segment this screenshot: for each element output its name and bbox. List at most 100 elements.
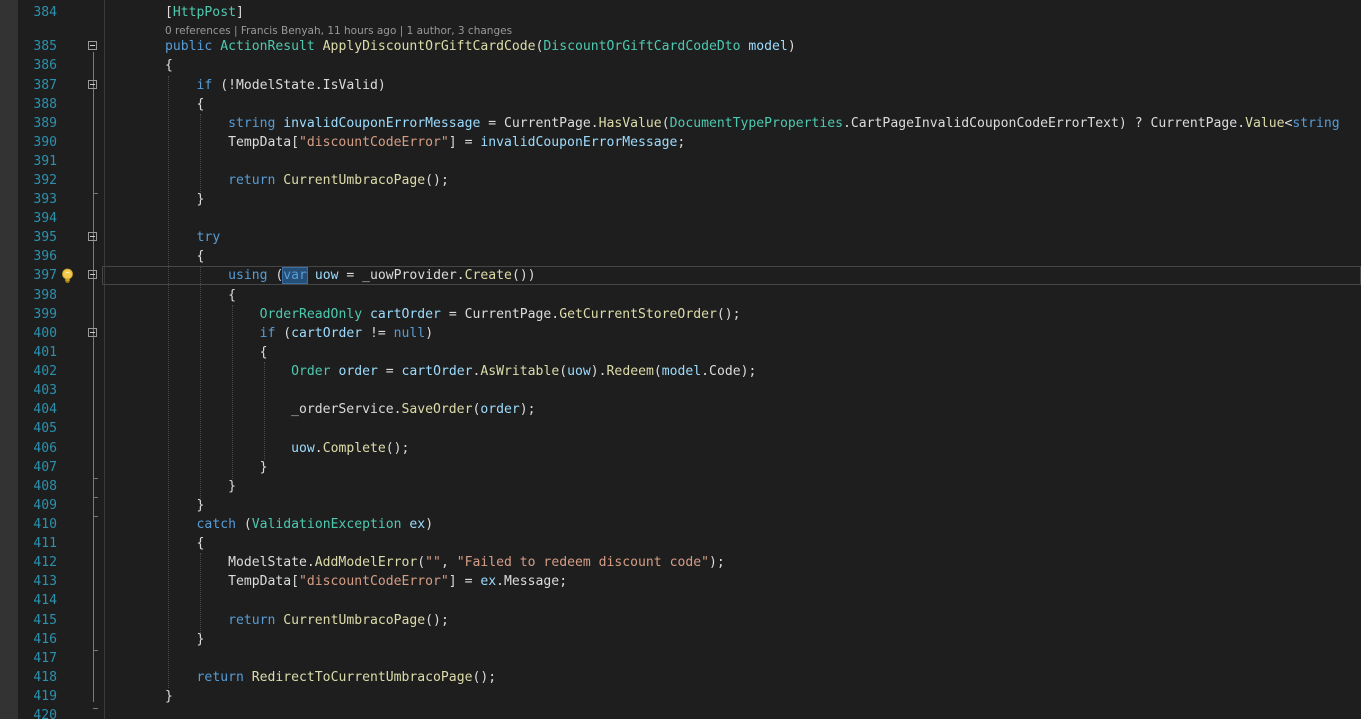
code-token: ( [417, 555, 426, 570]
code-text[interactable]: } [165, 458, 268, 477]
code-text[interactable]: [HttpPost] [165, 3, 244, 22]
code-line[interactable]: 404 _orderService.SaveOrder(order); [0, 400, 1361, 419]
code-line[interactable]: 411 { [0, 534, 1361, 553]
code-text[interactable]: { [165, 95, 205, 114]
code-text[interactable]: TempData["discountCodeError"] = invalidC… [165, 133, 685, 152]
code-line[interactable]: 389 string invalidCouponErrorMessage = C… [0, 114, 1361, 133]
code-text[interactable]: uow.Complete(); [165, 439, 409, 458]
code-line[interactable]: 408 } [0, 477, 1361, 496]
code-token: } [165, 632, 205, 647]
code-token: DiscountOrGiftCardCodeDto [543, 39, 749, 54]
code-line[interactable]: 388 { [0, 95, 1361, 114]
code-text[interactable]: } [165, 630, 205, 649]
code-text[interactable]: string invalidCouponErrorMessage = Curre… [165, 114, 1340, 133]
line-number: 384 [33, 5, 57, 20]
code-token: { [165, 345, 268, 360]
code-token: uow [567, 364, 591, 379]
code-line[interactable]: 392 return CurrentUmbracoPage(); [0, 171, 1361, 190]
code-text[interactable]: if (!ModelState.IsValid) [165, 76, 386, 95]
code-token: ( [661, 116, 670, 131]
code-text[interactable]: } [165, 477, 236, 496]
code-line[interactable]: 394 [0, 209, 1361, 228]
codelens-info[interactable]: 0 references | Francis Benyah, 11 hours … [165, 24, 512, 38]
line-number: 412 [33, 555, 57, 570]
code-line[interactable]: 386 { [0, 56, 1361, 75]
code-text[interactable]: Order order = cartOrder.AsWritable(uow).… [165, 362, 756, 381]
lightbulb-icon[interactable] [60, 268, 75, 284]
collapse-icon[interactable] [88, 41, 97, 50]
code-line[interactable]: 420 [0, 706, 1361, 719]
code-text[interactable]: TempData["discountCodeError"] = ex.Messa… [165, 572, 567, 591]
collapse-icon[interactable] [88, 232, 97, 241]
code-line[interactable]: 399 OrderReadOnly cartOrder = CurrentPag… [0, 305, 1361, 324]
code-line[interactable]: 393 } [0, 190, 1361, 209]
code-line[interactable]: 418 return RedirectToCurrentUmbracoPage(… [0, 668, 1361, 687]
code-text[interactable]: { [165, 56, 173, 75]
code-token: ex [480, 574, 497, 589]
code-line[interactable]: 391 [0, 152, 1361, 171]
code-token: string [228, 116, 284, 131]
code-token: ( [283, 326, 292, 341]
code-token: ( [653, 364, 662, 379]
code-line[interactable]: 395 try [0, 228, 1361, 247]
code-text[interactable]: } [165, 496, 205, 515]
code-line[interactable]: 384 [HttpPost] [0, 3, 1361, 22]
code-line[interactable]: 400 if (cartOrder != null) [0, 324, 1361, 343]
code-text[interactable]: { [165, 286, 236, 305]
code-editor[interactable]: 0 references | Francis Benyah, 11 hours … [0, 0, 1361, 719]
code-text[interactable]: public ActionResult ApplyDiscountOrGiftC… [165, 37, 796, 56]
code-line[interactable]: 390 TempData["discountCodeError"] = inva… [0, 133, 1361, 152]
code-text[interactable]: catch (ValidationException ex) [165, 515, 434, 534]
line-number: 385 [33, 39, 57, 54]
code-token: cartOrder [401, 364, 473, 379]
code-token: OrderReadOnly [259, 307, 370, 322]
code-text[interactable]: { [165, 343, 268, 362]
code-text[interactable]: { [165, 247, 205, 266]
code-text[interactable]: OrderReadOnly cartOrder = CurrentPage.Ge… [165, 305, 741, 324]
code-line[interactable]: 417 [0, 649, 1361, 668]
code-text[interactable]: _orderService.SaveOrder(order); [165, 400, 535, 419]
code-line[interactable]: 403 [0, 381, 1361, 400]
code-line[interactable]: 401 { [0, 343, 1361, 362]
code-line[interactable]: 398 { [0, 286, 1361, 305]
code-line[interactable]: 414 [0, 591, 1361, 610]
code-line[interactable]: 405 [0, 419, 1361, 438]
code-text[interactable]: return CurrentUmbracoPage(); [165, 611, 449, 630]
code-text[interactable]: try [165, 228, 221, 247]
code-text[interactable]: if (cartOrder != null) [165, 324, 433, 343]
code-token: } [165, 498, 205, 513]
code-token: ] = [448, 135, 481, 150]
code-text[interactable]: } [165, 687, 173, 706]
code-token: ); [708, 555, 725, 570]
code-text[interactable]: using (var uow = _uowProvider.Create()) [165, 266, 536, 285]
code-line[interactable]: 419} [0, 687, 1361, 706]
code-text[interactable]: ModelState.AddModelError("", "Failed to … [165, 553, 725, 572]
code-line[interactable]: 397 using (var uow = _uowProvider.Create… [0, 266, 1361, 285]
collapse-icon[interactable] [88, 270, 97, 279]
code-line[interactable]: 412 ModelState.AddModelError("", "Failed… [0, 553, 1361, 572]
code-line[interactable]: 387 if (!ModelState.IsValid) [0, 76, 1361, 95]
code-line[interactable]: 407 } [0, 458, 1361, 477]
code-line[interactable]: 410 catch (ValidationException ex) [0, 515, 1361, 534]
code-line[interactable]: 415 return CurrentUmbracoPage(); [0, 611, 1361, 630]
code-line[interactable]: 402 Order order = cartOrder.AsWritable(u… [0, 362, 1361, 381]
collapse-icon[interactable] [88, 328, 97, 337]
code-text[interactable]: { [165, 534, 205, 553]
line-number: 392 [33, 173, 57, 188]
code-text[interactable]: return RedirectToCurrentUmbracoPage(); [165, 668, 497, 687]
code-text[interactable]: return CurrentUmbracoPage(); [165, 171, 449, 190]
code-text[interactable]: } [165, 190, 205, 209]
code-line[interactable]: 409 } [0, 496, 1361, 515]
code-line[interactable]: 416 } [0, 630, 1361, 649]
code-token: ValidationException [251, 517, 410, 532]
line-number: 409 [33, 498, 57, 513]
code-line[interactable]: 406 uow.Complete(); [0, 439, 1361, 458]
code-line[interactable]: 396 { [0, 247, 1361, 266]
code-token: { [165, 249, 205, 264]
collapse-icon[interactable] [88, 80, 97, 89]
code-line[interactable]: 413 TempData["discountCodeError"] = ex.M… [0, 572, 1361, 591]
code-line[interactable]: 385 public ActionResult ApplyDiscountOrGi… [0, 37, 1361, 56]
